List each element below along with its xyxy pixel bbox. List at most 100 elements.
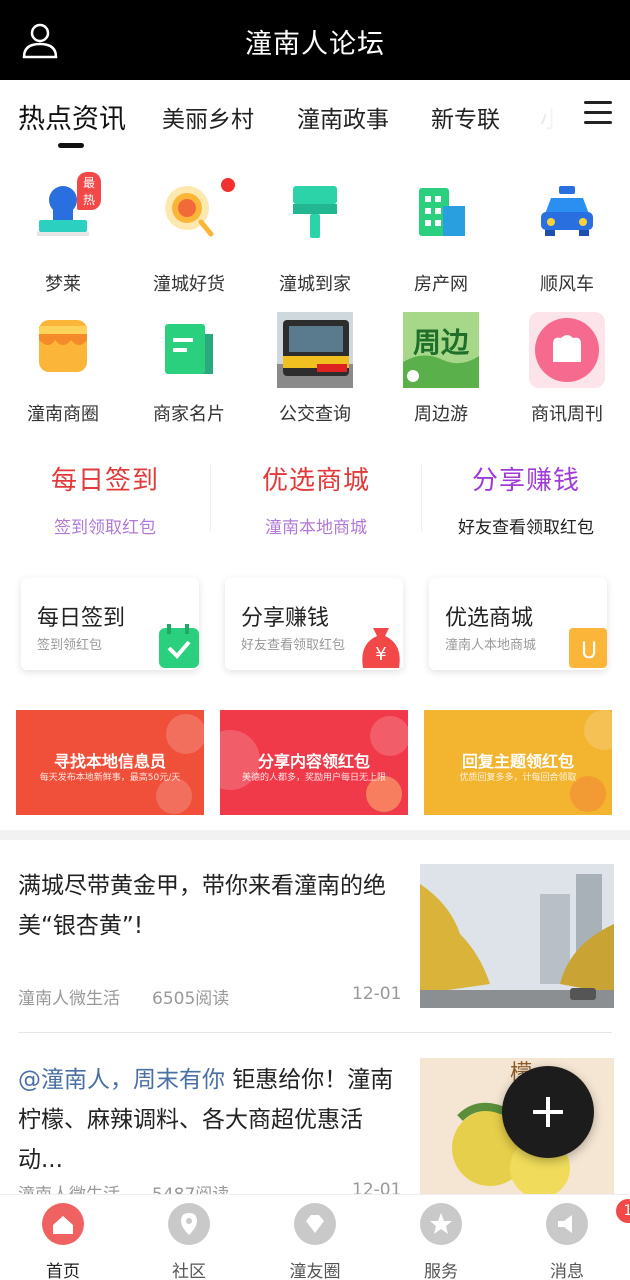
tab-hot-news[interactable]: 热点资讯 [18, 97, 126, 136]
grid-item-rideshare[interactable]: 顺风车 [504, 182, 630, 296]
nav-friends-circle[interactable]: 潼友圈 [252, 1203, 378, 1280]
news-thumbnail [420, 864, 614, 1008]
page-title: 潼南人论坛 [245, 29, 385, 60]
promo-subtitle: 签到领取红包 [54, 518, 156, 538]
active-tab-indicator [58, 143, 84, 148]
grid-item-menglai[interactable]: 最热 梦莱 [0, 172, 126, 296]
grid-item-label: 顺风车 [540, 274, 594, 295]
grid-item-label: 商讯周刊 [531, 404, 603, 425]
banner-subtitle: 美德的人都多，奖励用户每日无上限 [241, 773, 386, 783]
message-count-badge: 1 [616, 1199, 630, 1223]
nav-community[interactable]: 社区 [126, 1203, 252, 1280]
card-selected-mall[interactable]: 优选商城 潼南人本地商城 U [429, 578, 607, 670]
grid-item-label: 梦莱 [45, 274, 81, 295]
search-goods-icon [151, 178, 235, 258]
card-daily-checkin[interactable]: 每日签到 签到领红包 [21, 578, 199, 670]
card-icon [151, 312, 227, 388]
nav-label: 首页 [46, 1262, 80, 1280]
grid-item-label: 房产网 [414, 274, 468, 295]
grid-item-business-circle[interactable]: 潼南商圈 [0, 312, 126, 426]
promo-title: 每日签到 [50, 466, 159, 496]
hot-badge: 最热 [77, 172, 102, 210]
nav-home[interactable]: 首页 [0, 1203, 126, 1280]
tab-tongnan-politics[interactable]: 潼南政事 [297, 100, 389, 134]
stamp-icon: 最热 [25, 172, 102, 258]
banner-title: 分享内容领红包 [257, 752, 370, 771]
card-share-earn[interactable]: 分享赚钱 好友查看领取红包 ¥ [225, 578, 403, 670]
promo-title: 优选商城 [261, 466, 370, 496]
tab-new-union[interactable]: 新专联 [431, 100, 500, 134]
grid-item-tongcheng-home[interactable]: 潼城到家 [252, 182, 378, 296]
grid-item-label: 潼城好货 [153, 274, 225, 295]
notification-dot [221, 178, 235, 192]
bag-letter: U [581, 639, 597, 664]
location-icon [168, 1203, 210, 1245]
news-source: 潼南人微生活 [18, 1180, 120, 1194]
card-subtitle: 签到领红包 [37, 638, 103, 653]
card-subtitle: 好友查看领取红包 [241, 638, 346, 653]
grid-item-label: 商家名片 [153, 404, 225, 425]
promo-share-earn[interactable]: 分享赚钱 好友查看领取红包 [421, 460, 630, 538]
grid-item-business-weekly[interactable]: 商讯周刊 [504, 312, 630, 426]
grid-item-label: 公交查询 [279, 404, 351, 425]
category-tabs: 热点资讯 美丽乡村 潼南政事 新专联 小 [0, 80, 630, 150]
nav-label: 社区 [172, 1262, 206, 1280]
news-divider [18, 1032, 612, 1033]
news-date: 12-01 [352, 984, 402, 1004]
app-header: 潼南人论坛 [0, 0, 630, 80]
grid-item-label: 潼城到家 [279, 274, 351, 295]
bottom-navigation: 首页 社区 潼友圈 服务 1 消息 [0, 1194, 630, 1280]
tab-fade [520, 80, 570, 150]
banner-find-local-reporter[interactable]: 寻找本地信息员 每天发布本地新鲜事，最高50元/天 [16, 710, 204, 815]
menu-icon[interactable] [584, 101, 612, 125]
nav-services[interactable]: 服务 [378, 1203, 504, 1280]
add-post-button[interactable] [502, 1066, 594, 1158]
card-title: 每日签到 [37, 606, 126, 631]
diamond-icon [294, 1203, 336, 1245]
promo-subtitle: 好友查看领取红包 [458, 518, 594, 538]
bus-photo [277, 312, 353, 388]
news-read-count: 6505阅读 [152, 989, 230, 1009]
promo-daily-checkin[interactable]: 每日签到 签到领取红包 [0, 460, 210, 538]
news-item[interactable]: 满城尽带黄金甲，带你来看潼南的绝美“银杏黄”! 潼南人微生活 6505阅读 12… [0, 862, 630, 1012]
speaker-icon: 1 [546, 1199, 630, 1245]
card-title: 优选商城 [445, 606, 534, 631]
promo-selected-mall[interactable]: 优选商城 潼南本地商城 [211, 460, 421, 538]
travel-photo-text: 周边 [413, 326, 470, 359]
banner-title: 寻找本地信息员 [53, 752, 166, 771]
grid-item-merchant-card[interactable]: 商家名片 [126, 312, 252, 426]
grid-item-label: 周边游 [414, 404, 468, 425]
tab-beautiful-village[interactable]: 美丽乡村 [162, 100, 254, 134]
grid-item-bus-query[interactable]: 公交查询 [252, 312, 378, 426]
star-icon [420, 1203, 462, 1245]
paint-roller-icon [277, 182, 353, 258]
building-icon [403, 182, 479, 258]
calendar-check-icon [159, 624, 199, 668]
banner-share-red-packet[interactable]: 分享内容领红包 美德的人都多，奖励用户每日无上限 [220, 710, 408, 815]
promo-title: 分享赚钱 [471, 466, 580, 496]
banner-reply-red-packet[interactable]: 回复主题领红包 优质回复多多，计每回合领取 [424, 710, 612, 815]
news-title: @潼南人，周末有你 钜惠给你！潼南柠檬、麻辣调料、各大商超优惠活动... [18, 1060, 398, 1180]
magazine-icon [529, 312, 605, 388]
news-title: 满城尽带黄金甲，带你来看潼南的绝美“银杏黄”! [18, 873, 386, 939]
travel-photo: 周边 [403, 312, 479, 388]
news-read-count: 5487阅读 [152, 1180, 229, 1194]
grid-item-real-estate[interactable]: 房产网 [378, 182, 504, 296]
banner-subtitle: 优质回复多多，计每回合领取 [459, 773, 577, 783]
shop-icon [25, 312, 101, 388]
nav-messages[interactable]: 1 消息 [504, 1199, 630, 1280]
banner-subtitle: 每天发布本地新鲜事，最高50元/天 [39, 773, 181, 783]
grid-item-nearby-travel[interactable]: 周边 周边游 [378, 312, 504, 426]
yen-symbol: ¥ [375, 644, 386, 665]
grid-item-tongcheng-goods[interactable]: 潼城好货 [126, 178, 252, 296]
promo-subtitle: 潼南本地商城 [265, 518, 367, 538]
nav-label: 服务 [424, 1262, 458, 1280]
section-separator [0, 830, 630, 840]
news-title-highlight: @潼南人，周末有你 [18, 1067, 225, 1093]
card-subtitle: 潼南人本地商城 [445, 638, 537, 653]
news-source: 潼南人微生活 [18, 989, 120, 1009]
card-title: 分享赚钱 [241, 606, 330, 631]
nav-label: 消息 [550, 1262, 584, 1280]
news-date: 12-01 [352, 1180, 402, 1194]
taxi-icon [529, 182, 605, 258]
